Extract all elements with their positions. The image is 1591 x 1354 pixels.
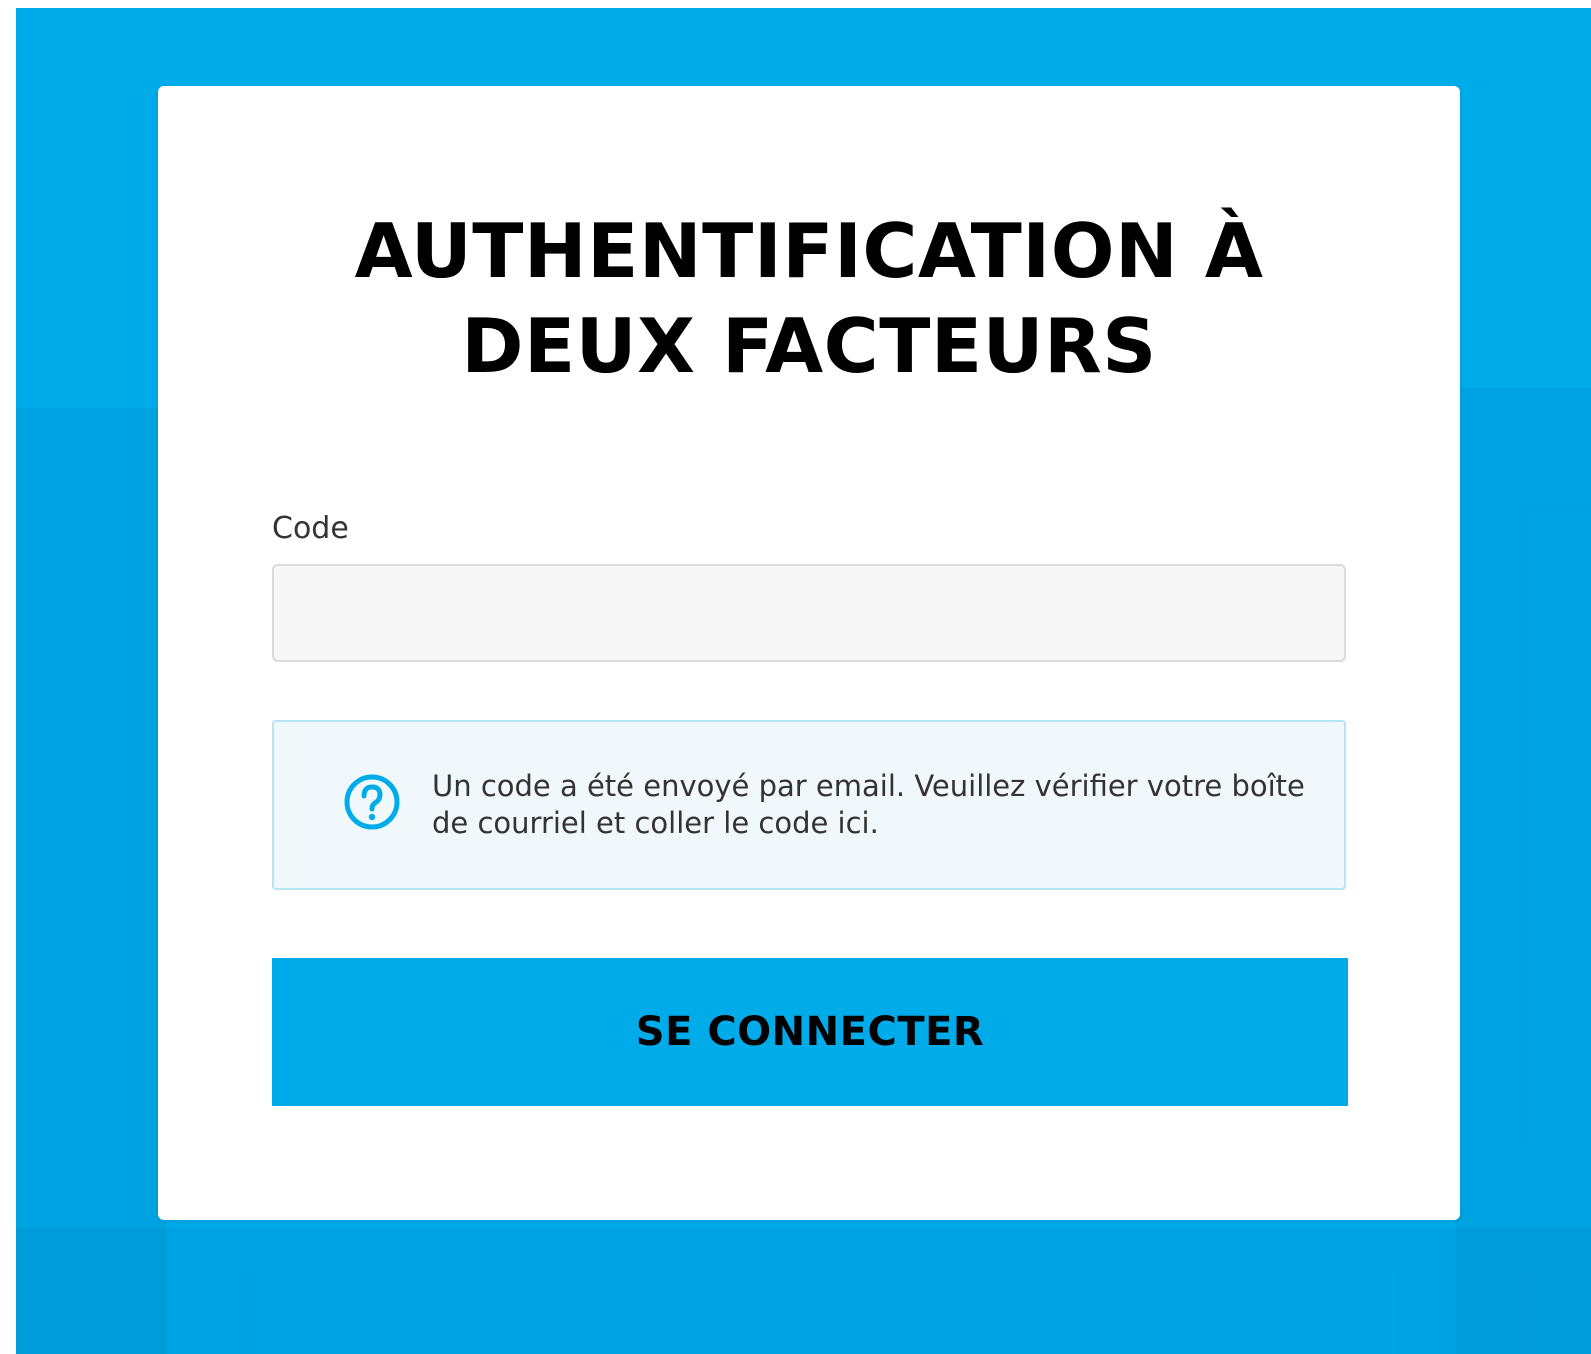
background-building-left [16,408,166,1354]
code-label: Code [272,511,349,546]
page-title: AUTHENTIFICATION À DEUX FACTEURS [354,207,1264,390]
background-building-right [1456,388,1591,1354]
info-message-text: Un code a été envoyé par email. Veuillez… [432,769,1305,840]
login-button[interactable]: SE CONNECTER [272,958,1348,1106]
two-factor-card: AUTHENTIFICATION À DEUX FACTEURS Code Un… [158,86,1460,1220]
code-input[interactable] [272,564,1346,662]
help-circle-icon [344,774,400,830]
background-ground [16,1228,1591,1354]
info-message-box: Un code a été envoyé par email. Veuillez… [272,720,1346,890]
